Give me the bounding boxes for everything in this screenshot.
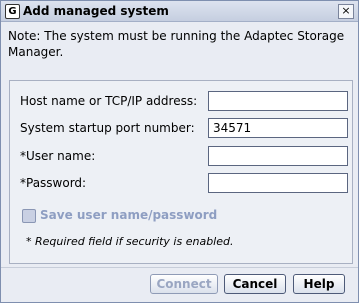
add-managed-system-dialog: G Add managed system × Note: The system … bbox=[0, 0, 359, 303]
button-separator bbox=[1, 267, 358, 268]
cancel-button[interactable]: Cancel bbox=[224, 274, 286, 294]
user-name-label: *User name: bbox=[20, 149, 96, 163]
form-panel: Host name or TCP/IP address: System star… bbox=[9, 80, 353, 264]
host-name-label: Host name or TCP/IP address: bbox=[20, 94, 198, 108]
close-icon[interactable]: × bbox=[338, 4, 354, 19]
required-field-note: * Required field if security is enabled. bbox=[26, 235, 234, 248]
startup-port-label: System startup port number: bbox=[20, 121, 195, 135]
save-credentials-checkbox[interactable] bbox=[22, 209, 36, 223]
host-name-input[interactable] bbox=[208, 91, 348, 111]
app-icon: G bbox=[5, 4, 20, 19]
save-credentials-label[interactable]: Save user name/password bbox=[40, 208, 217, 222]
password-input[interactable] bbox=[208, 173, 348, 193]
title-bar[interactable]: G Add managed system × bbox=[1, 1, 358, 22]
help-button[interactable]: Help bbox=[293, 274, 345, 294]
startup-port-input[interactable] bbox=[208, 118, 348, 138]
dialog-title: Add managed system bbox=[23, 4, 169, 18]
user-name-input[interactable] bbox=[208, 146, 348, 166]
connect-button[interactable]: Connect bbox=[150, 274, 218, 294]
password-label: *Password: bbox=[20, 176, 87, 190]
system-requirement-note: Note: The system must be running the Ada… bbox=[8, 29, 345, 59]
